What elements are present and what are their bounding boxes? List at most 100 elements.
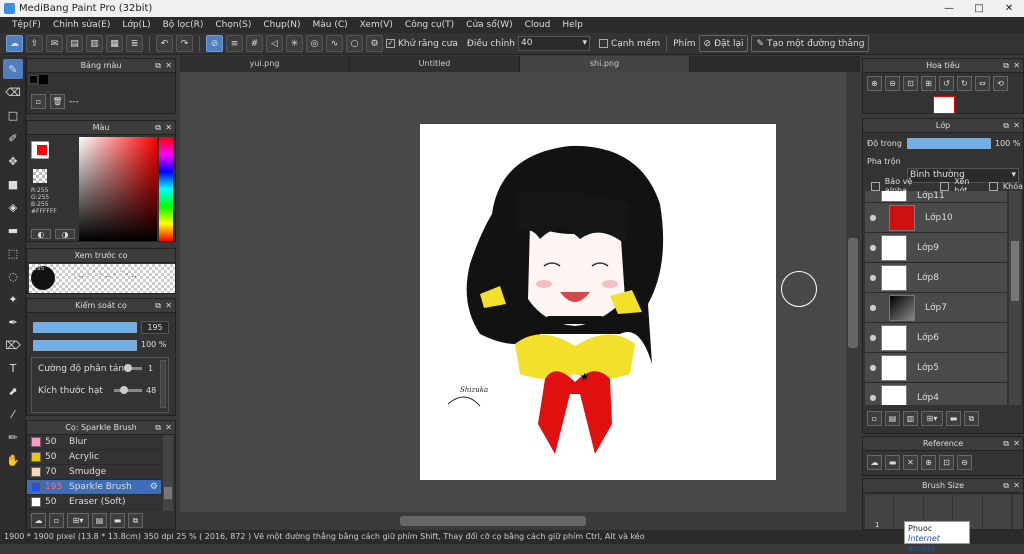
operation-tool-icon[interactable]: ⬈ <box>3 381 23 401</box>
drawing-canvas[interactable]: ★ Shizuka <box>420 124 776 480</box>
grid-snap-icon[interactable]: # <box>246 35 263 52</box>
layer-item[interactable]: ● Lớp8 <box>865 263 1007 293</box>
text-tool-icon[interactable]: T <box>3 358 23 378</box>
menu-layer[interactable]: Lớp(L) <box>116 20 156 30</box>
tab-shi[interactable]: shi.png <box>520 56 690 72</box>
layer-item[interactable]: ● Lớp7 <box>865 293 1007 323</box>
brush-size-preset[interactable] <box>982 495 1012 529</box>
menu-snap[interactable]: Chụp(N) <box>257 20 306 30</box>
divide-tool-icon[interactable]: ⁄ <box>3 404 23 424</box>
brush-size-preset[interactable]: 1 <box>865 495 895 529</box>
float-icon[interactable]: ⧉ <box>155 121 161 135</box>
protect-alpha-checkbox[interactable] <box>871 181 880 191</box>
rectangle-tool-icon[interactable]: □ <box>3 105 23 125</box>
eye-icon[interactable]: ● <box>865 273 881 282</box>
close-panel-icon[interactable]: ✕ <box>1013 59 1020 73</box>
rotate-right-icon[interactable]: ↻ <box>957 76 972 91</box>
scatter-slider[interactable] <box>124 364 142 372</box>
eyedropper-icon[interactable]: ✏ <box>3 427 23 447</box>
layer-item[interactable]: ● Lớp5 <box>865 353 1007 383</box>
eye-icon[interactable]: ● <box>865 213 881 222</box>
brush-tool-icon[interactable]: ✎ <box>3 59 23 79</box>
eye-icon[interactable]: ● <box>865 303 881 312</box>
menu-select[interactable]: Chọn(S) <box>209 20 257 30</box>
circle-snap-icon[interactable]: ○ <box>346 35 363 52</box>
comment-icon[interactable]: ✉ <box>46 35 63 52</box>
reset-view-icon[interactable]: ⟲ <box>993 76 1008 91</box>
layer-opacity-slider[interactable] <box>907 138 991 149</box>
new-layer-icon[interactable]: ▫ <box>867 411 882 426</box>
grid-page-icon[interactable]: ▦ <box>106 35 123 52</box>
menu-tools[interactable]: Công cụ(T) <box>399 20 460 30</box>
gradient-tool-icon[interactable]: ▬ <box>3 220 23 240</box>
add-palette-icon[interactable]: ▫ <box>31 94 46 109</box>
reference-cloud-icon[interactable]: ☁ <box>867 455 882 470</box>
rotate-left-icon[interactable]: ↺ <box>939 76 954 91</box>
layer-item[interactable]: ● Lớp9 <box>865 233 1007 263</box>
layer-list-scrollbar[interactable] <box>1009 191 1021 405</box>
brush-item-acrylic[interactable]: 50 Acrylic <box>27 450 161 465</box>
close-panel-icon[interactable]: ✕ <box>1013 479 1020 493</box>
menu-filter[interactable]: Bộ lọc(R) <box>157 20 210 30</box>
menu-edit[interactable]: Chỉnh sửa(E) <box>47 20 116 30</box>
settings-scrollbar[interactable] <box>160 360 166 408</box>
bucket-tool-icon[interactable]: ◈ <box>3 197 23 217</box>
layer-item[interactable]: Lớp11 <box>865 191 1007 203</box>
brush-folder-icon[interactable]: ▬ <box>110 513 125 528</box>
close-panel-icon[interactable]: ✕ <box>1013 119 1020 133</box>
reference-fit-icon[interactable]: ⊡ <box>939 455 954 470</box>
select-tool-icon[interactable]: ⬚ <box>3 243 23 263</box>
menu-window[interactable]: Cửa sổ(W) <box>460 20 518 30</box>
menu-cloud[interactable]: Cloud <box>519 20 557 30</box>
menu-view[interactable]: Xem(V) <box>354 20 399 30</box>
magic-wand-icon[interactable]: ✦ <box>3 289 23 309</box>
brush-list-scrollbar[interactable] <box>163 435 173 511</box>
lock-checkbox[interactable] <box>989 181 998 191</box>
transparent-color-icon[interactable] <box>33 169 47 183</box>
page-icon[interactable]: ▥ <box>86 35 103 52</box>
delete-palette-icon[interactable]: 🗑 <box>50 94 65 109</box>
duplicate-layer-icon[interactable]: ⧉ <box>964 411 979 426</box>
create-line-button[interactable]: ✎ Tạo một đường thẳng <box>751 35 870 52</box>
concentric-snap-icon[interactable]: ◎ <box>306 35 323 52</box>
brush-cloud-icon[interactable]: ☁ <box>31 513 46 528</box>
close-button[interactable]: ✕ <box>994 0 1024 17</box>
actual-size-icon[interactable]: ⊞ <box>921 76 936 91</box>
menu-help[interactable]: Help <box>556 20 589 30</box>
settings-gear-icon[interactable]: ⚙ <box>366 35 383 52</box>
close-panel-icon[interactable]: ✕ <box>1013 437 1020 451</box>
reference-close-icon[interactable]: ✕ <box>903 455 918 470</box>
eye-icon[interactable]: ● <box>865 333 881 342</box>
lasso-tool-icon[interactable]: ◌ <box>3 266 23 286</box>
palette-swatch[interactable] <box>39 75 48 84</box>
navigator-thumbnail[interactable] <box>933 96 955 114</box>
select-pen-icon[interactable]: ✒ <box>3 312 23 332</box>
float-icon[interactable]: ⧉ <box>1003 119 1009 133</box>
cloud-icon[interactable]: ☁ <box>6 35 23 52</box>
dot-pen-icon[interactable]: ✐ <box>3 128 23 148</box>
brush-settings-gear-icon[interactable]: ⚙ <box>150 482 158 492</box>
brush-size-scrollbar[interactable] <box>1013 495 1023 529</box>
brush-size-slider[interactable] <box>33 322 137 333</box>
tab-yui[interactable]: yui.png <box>180 56 350 72</box>
layer-menu-icon[interactable]: ⊞▾ <box>921 411 943 426</box>
minimize-button[interactable]: — <box>934 0 964 17</box>
hand-tool-icon[interactable]: ✋ <box>3 450 23 470</box>
layer-item[interactable]: ● Lớp4 <box>865 383 1007 405</box>
color-wheel-icon[interactable]: ◑ <box>55 229 75 239</box>
saturation-value-picker[interactable] <box>79 137 157 241</box>
undo-icon[interactable]: ↶ <box>156 35 173 52</box>
reference-zoom-out-icon[interactable]: ⊖ <box>957 455 972 470</box>
brush-item-smudge[interactable]: 70 Smudge <box>27 465 161 480</box>
canvas-vertical-scrollbar[interactable] <box>846 72 860 512</box>
fit-view-icon[interactable]: ⊡ <box>903 76 918 91</box>
antialias-checkbox[interactable]: ✓ <box>386 39 395 48</box>
layer-folder-icon[interactable]: ▬ <box>946 411 961 426</box>
fill-shape-icon[interactable]: ■ <box>3 174 23 194</box>
curve-snap-icon[interactable]: ∿ <box>326 35 343 52</box>
brush-item-blur[interactable]: 50 Blur <box>27 435 161 450</box>
zoom-in-icon[interactable]: ⊕ <box>867 76 882 91</box>
canvas-horizontal-scrollbar[interactable] <box>180 512 846 530</box>
zoom-out-icon[interactable]: ⊖ <box>885 76 900 91</box>
new-halftone-layer-icon[interactable]: ▤ <box>885 411 900 426</box>
